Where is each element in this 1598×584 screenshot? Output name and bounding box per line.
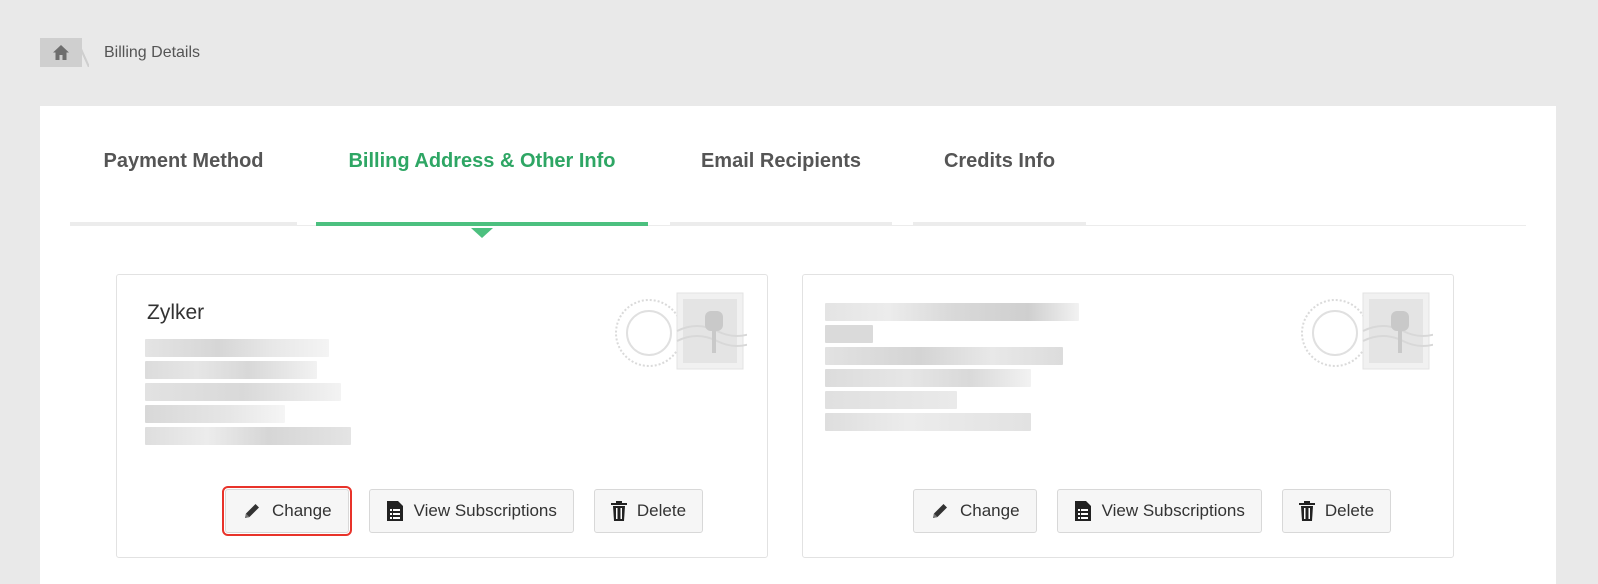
redacted-address (825, 303, 1079, 435)
view-subscriptions-button[interactable]: View Subscriptions (368, 489, 574, 533)
redacted-address (145, 339, 351, 449)
billing-panel: Payment Method Billing Address & Other I… (40, 106, 1556, 584)
breadcrumb: Billing Details (40, 38, 200, 67)
address-card-2: Change View Subscriptions Delete (802, 274, 1454, 558)
tab-bar: Payment Method Billing Address & Other I… (70, 106, 1526, 238)
breadcrumb-home[interactable] (40, 38, 90, 67)
active-tab-indicator (471, 228, 493, 238)
card-actions: Change View Subscriptions Delete (222, 486, 723, 536)
delete-button[interactable]: Delete (593, 489, 704, 533)
tab-payment-method[interactable]: Payment Method (70, 106, 297, 228)
document-icon (1074, 501, 1091, 521)
tab-credits-info[interactable]: Credits Info (913, 106, 1086, 228)
address-card-1: Zylker Change View Subscriptions Delete (116, 274, 768, 558)
view-subscriptions-button[interactable]: View Subscriptions (1056, 489, 1262, 533)
trash-icon (1298, 501, 1315, 521)
home-icon[interactable] (52, 44, 70, 61)
breadcrumb-current: Billing Details (104, 43, 201, 61)
postage-stamp-icon (1301, 292, 1433, 370)
delete-button[interactable]: Delete (1281, 489, 1392, 533)
pencil-icon (245, 504, 259, 518)
document-icon (386, 501, 403, 521)
postage-stamp-icon (615, 292, 747, 370)
change-button[interactable]: Change (913, 489, 1037, 533)
card-actions: Change View Subscriptions Delete (913, 489, 1411, 533)
tab-email-recipients[interactable]: Email Recipients (670, 106, 892, 228)
trash-icon (610, 501, 627, 521)
change-button[interactable]: Change (222, 486, 352, 536)
pencil-icon (933, 504, 947, 518)
tab-billing-address[interactable]: Billing Address & Other Info (316, 106, 648, 238)
address-name: Zylker (147, 301, 205, 324)
